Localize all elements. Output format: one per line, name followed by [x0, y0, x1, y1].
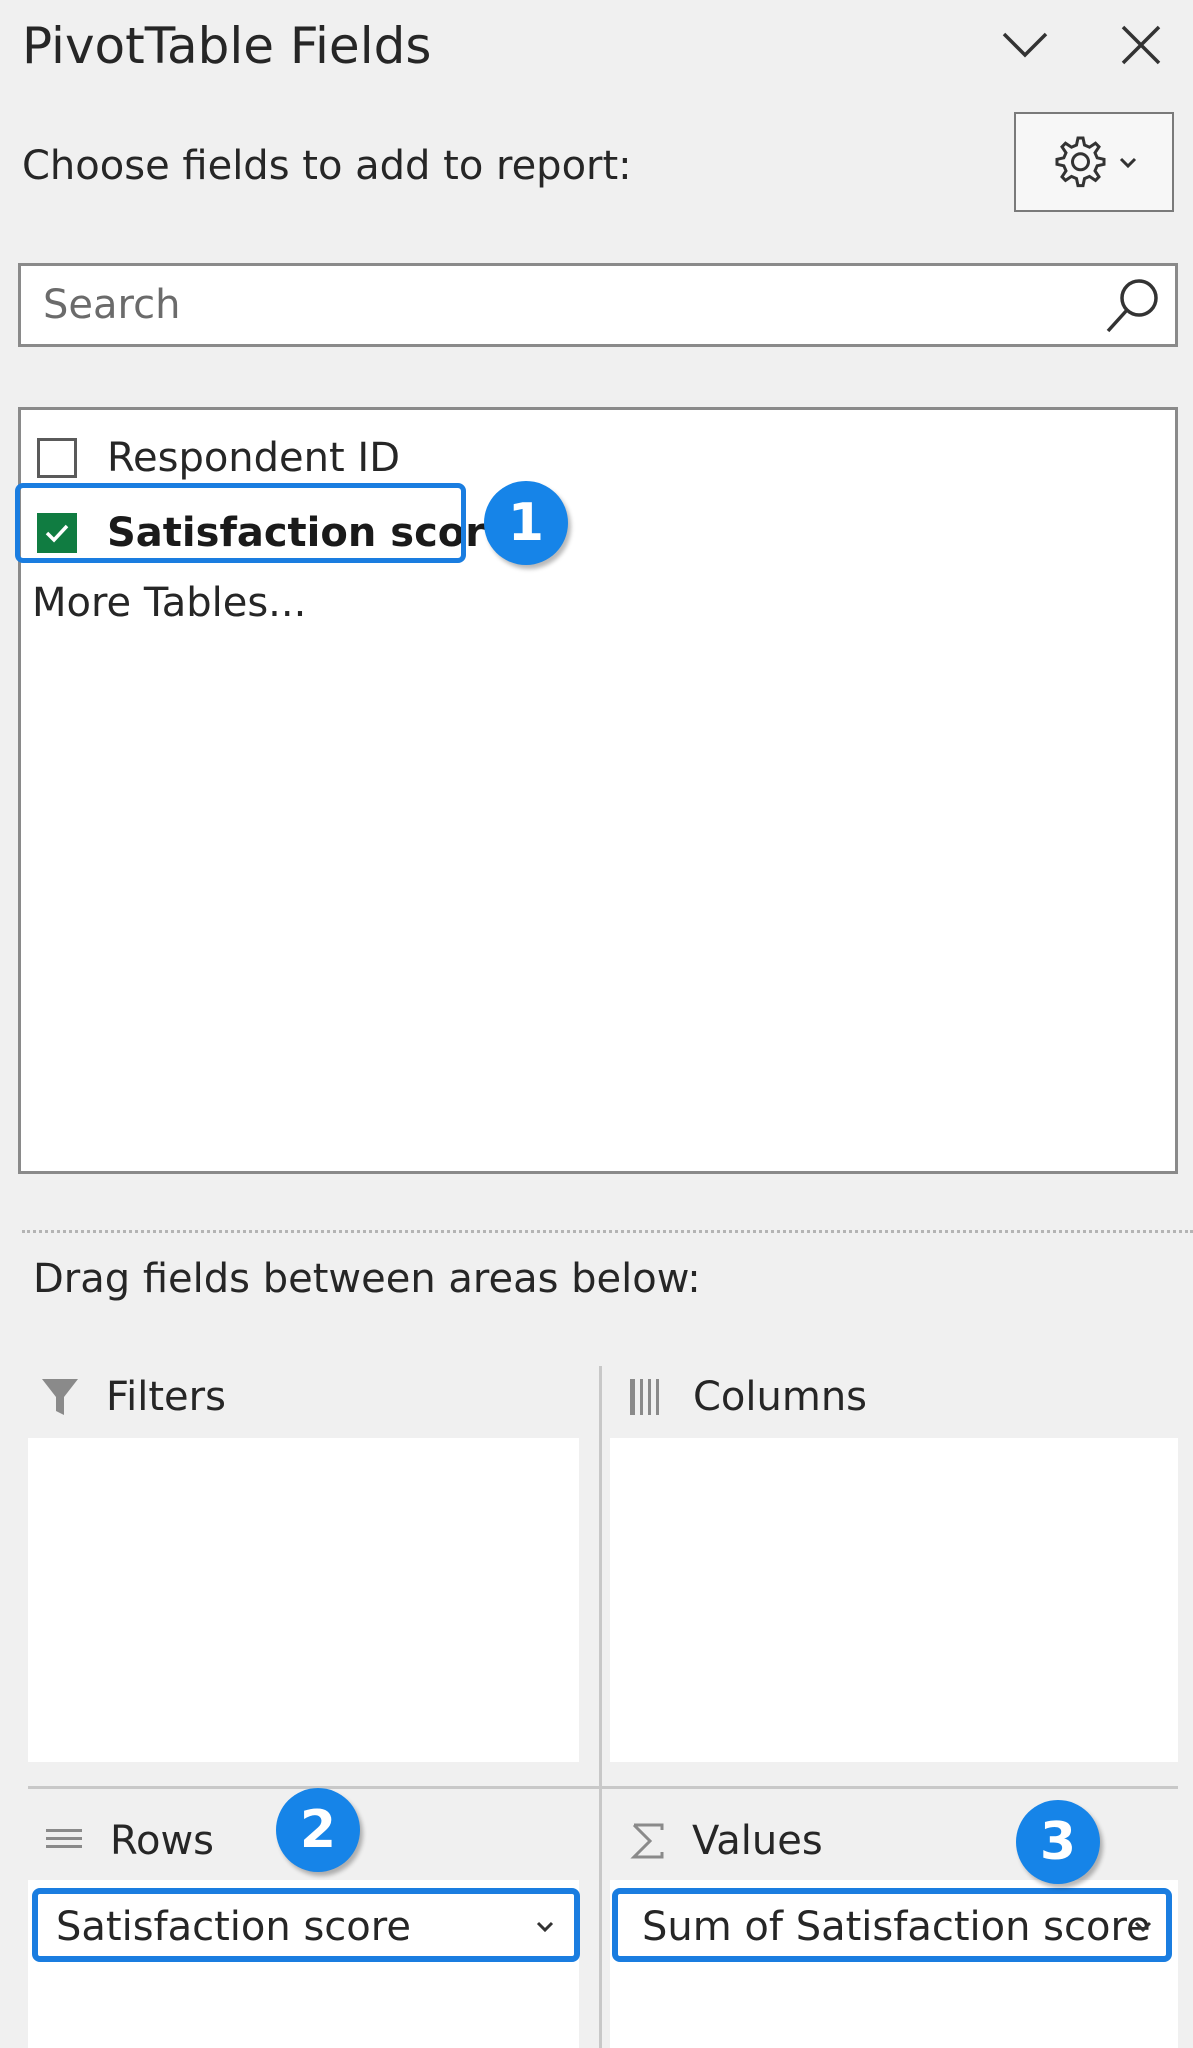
filter-icon [42, 1379, 78, 1415]
field-item-respondent-id[interactable]: Respondent ID [37, 433, 400, 483]
field-checkbox-respondent-id[interactable] [37, 438, 77, 478]
filters-area-header: Filters [40, 1370, 226, 1424]
chevron-down-icon [1119, 157, 1137, 169]
rows-area-header: Rows [44, 1814, 214, 1868]
field-list: Respondent ID Satisfaction score [15, 407, 1178, 1174]
search-input[interactable] [43, 266, 1093, 344]
callout-badge-1: 1 [484, 481, 568, 565]
filters-drop-area[interactable] [28, 1438, 579, 1762]
rows-label: Rows [110, 1818, 215, 1864]
close-icon [1121, 25, 1161, 65]
area-horizontal-divider [28, 1786, 1178, 1789]
field-label: Respondent ID [107, 435, 401, 481]
values-field-pill[interactable]: Sum of Satisfaction score [612, 1888, 1172, 1962]
values-label: Values [692, 1818, 823, 1864]
tools-button[interactable] [1014, 112, 1174, 212]
rows-field-pill[interactable]: Satisfaction score [32, 1888, 580, 1962]
gear-icon [1055, 136, 1106, 188]
close-button[interactable] [1106, 10, 1176, 80]
chevron-down-icon[interactable] [534, 1916, 556, 1938]
sigma-icon [630, 1823, 664, 1859]
columns-drop-area[interactable] [610, 1438, 1178, 1762]
choose-fields-label: Choose fields to add to report: [22, 143, 632, 189]
chevron-down-icon [1002, 32, 1048, 58]
area-vertical-divider [599, 1366, 602, 2048]
columns-label: Columns [693, 1374, 868, 1420]
panel-title: PivotTable Fields [22, 17, 432, 75]
section-divider [22, 1230, 1193, 1233]
rows-icon [46, 1829, 82, 1848]
callout-badge-2: 2 [276, 1788, 360, 1872]
search-icon[interactable] [1103, 276, 1163, 336]
values-area-header: Values [630, 1814, 823, 1868]
search-box [18, 263, 1178, 347]
values-field-label: Sum of Satisfaction score [642, 1904, 1151, 1950]
columns-area-header: Columns [627, 1370, 867, 1424]
highlight-outline [15, 483, 466, 563]
filters-label: Filters [106, 1374, 226, 1420]
rows-field-label: Satisfaction score [56, 1904, 411, 1950]
callout-badge-3: 3 [1016, 1800, 1100, 1884]
chevron-down-icon[interactable] [1132, 1916, 1154, 1938]
columns-icon [630, 1379, 659, 1415]
drag-fields-label: Drag fields between areas below: [33, 1256, 701, 1302]
more-tables-link[interactable]: More Tables... [32, 577, 306, 629]
collapse-button[interactable] [990, 10, 1060, 80]
